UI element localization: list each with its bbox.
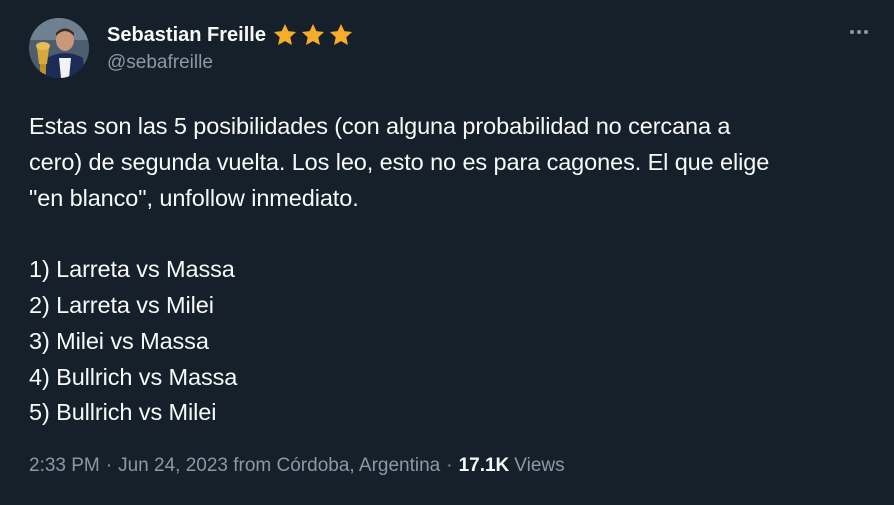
views-count: 17.1K	[458, 455, 510, 476]
tweet-text-line	[29, 216, 864, 252]
star-icon	[329, 23, 353, 45]
tweet-text-line: "en blanco", unfollow inmediato.	[29, 184, 359, 211]
meta-separator: ·	[105, 455, 113, 476]
tweet-text: Estas son las 5 posibilidades (con algun…	[29, 109, 864, 431]
tweet-time[interactable]: 2:33 PM	[29, 455, 100, 477]
star-icon	[301, 23, 325, 45]
meta-separator: ·	[446, 455, 453, 476]
avatar[interactable]	[29, 18, 89, 78]
more-dot	[864, 30, 868, 34]
star-icon	[273, 23, 297, 45]
views-label: Views	[514, 455, 565, 476]
tweet-text-line: Estas son las 5 posibilidades (con algun…	[29, 113, 731, 139]
more-dot	[857, 30, 861, 34]
avatar-image	[29, 18, 89, 78]
tweet-list-item: 1) Larreta vs Massa	[29, 256, 235, 283]
tweet-list-item: 2) Larreta vs Milei	[29, 291, 214, 318]
more-horizontal-icon[interactable]	[844, 20, 874, 44]
more-dot	[850, 30, 854, 34]
author-display-name[interactable]: Sebastian Freille	[107, 24, 266, 47]
tweet-meta: 2:33 PM · Jun 24, 2023 from Córdoba, Arg…	[29, 455, 565, 477]
tweet-date-location[interactable]: Jun 24, 2023 from Córdoba, Argentina	[118, 455, 440, 477]
tweet-card: Sebastian Freille @sebafreille Estas son…	[0, 0, 894, 505]
author-name-row: Sebastian Freille	[107, 21, 354, 49]
author-handle[interactable]: @sebafreille	[107, 52, 213, 74]
tweet-text-line: cero) de segunda vuelta. Los leo, esto n…	[29, 148, 770, 175]
tweet-list-item: 3) Milei vs Massa	[29, 327, 209, 354]
tweet-list-item: 4) Bullrich vs Massa	[29, 363, 238, 390]
tweet-list-item: 5) Bullrich vs Milei	[29, 399, 217, 426]
